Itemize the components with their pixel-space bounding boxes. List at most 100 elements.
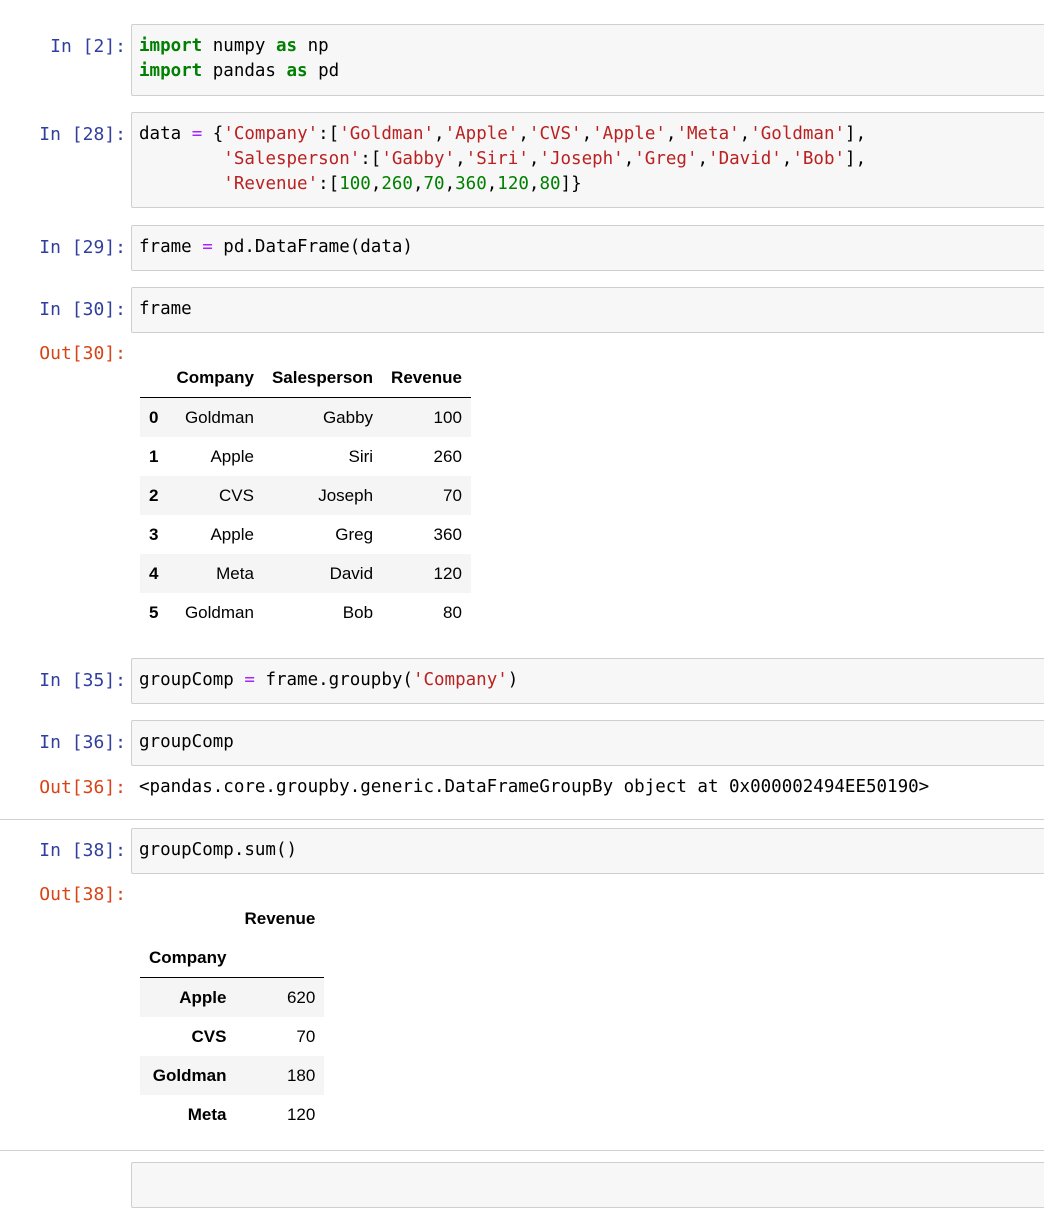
string: 'Revenue' xyxy=(223,174,319,194)
string: 'CVS' xyxy=(528,124,582,144)
table-row: 1 Apple Siri 260 xyxy=(140,437,471,476)
string: 'Goldman' xyxy=(750,124,846,144)
string: 'Company' xyxy=(223,124,319,144)
cell-36-output: <pandas.core.groupby.generic.DataFrameGr… xyxy=(139,777,930,797)
row-index: 3 xyxy=(149,524,159,544)
column-header: Revenue xyxy=(382,358,471,398)
table-row: 5 Goldman Bob 80 xyxy=(140,593,471,632)
cell-36-input[interactable] xyxy=(131,720,1044,766)
cell-38-code: groupComp.sum() xyxy=(139,838,297,863)
table-cell: 180 xyxy=(286,1065,316,1085)
table-header-row: Revenue xyxy=(140,899,324,938)
table-cell: Joseph xyxy=(318,485,374,505)
string: 'Siri' xyxy=(465,149,529,169)
row-index: 4 xyxy=(149,563,159,583)
string: 'Greg' xyxy=(634,149,698,169)
number: 360 xyxy=(455,174,487,194)
index-name: Company xyxy=(140,938,236,978)
code-text: pandas xyxy=(202,61,287,81)
code-text: frame xyxy=(139,237,203,257)
code-text: groupComp xyxy=(139,732,234,752)
cell-38-out-prompt: Out[38]: xyxy=(39,884,126,905)
cell-28-prompt: In [28]: xyxy=(39,124,126,145)
table-cell: 120 xyxy=(433,563,462,583)
table-row: Apple 620 xyxy=(140,977,325,1017)
string: 'Bob' xyxy=(792,149,846,169)
column-header: Revenue xyxy=(244,908,316,928)
table-row: Meta 120 xyxy=(140,1095,324,1134)
keyword: import xyxy=(139,61,203,81)
cell-28-code: data = {'Company':['Goldman','Apple','CV… xyxy=(139,124,867,194)
table-cell: Siri xyxy=(348,446,374,466)
string: 'Salesperson' xyxy=(223,149,361,169)
table-header-row: Company Salesperson Revenue xyxy=(140,358,471,398)
index-header xyxy=(140,899,235,938)
table-cell: 80 xyxy=(443,602,462,622)
row-index: Goldman xyxy=(152,1065,227,1085)
frame-dataframe: Company Salesperson Revenue 0 Goldman Ga… xyxy=(140,358,471,632)
code-text: np xyxy=(297,36,329,56)
number: 100 xyxy=(339,174,371,194)
index-name-row: Company xyxy=(140,938,325,978)
number: 70 xyxy=(423,174,445,194)
string: 'Gabby' xyxy=(381,149,456,169)
row-index: Meta xyxy=(187,1104,227,1124)
index-header xyxy=(140,358,168,398)
number: 80 xyxy=(539,174,561,194)
table-cell: 70 xyxy=(296,1026,316,1046)
cell-30-prompt: In [30]: xyxy=(39,299,126,320)
table-cell: 70 xyxy=(443,485,462,505)
keyword: as xyxy=(286,61,308,81)
table-row: Goldman 180 xyxy=(140,1056,325,1095)
table-row: 0 Goldman Gabby 100 xyxy=(140,397,471,437)
string: 'Apple' xyxy=(592,124,666,144)
table-cell: Gabby xyxy=(322,407,374,427)
table-row: 4 Meta David 120 xyxy=(140,554,471,593)
code-text: pd.DataFrame(data) xyxy=(212,237,413,257)
string: 'Goldman' xyxy=(339,124,435,144)
cell-35-prompt: In [35]: xyxy=(39,670,126,691)
cell-36-out-prompt: Out[36]: xyxy=(39,777,126,798)
table-cell: Meta xyxy=(216,563,254,583)
number: 120 xyxy=(497,174,529,194)
code-text: frame.groupby( xyxy=(254,670,413,690)
cell-30-code: frame xyxy=(139,297,192,322)
cell-38-prompt: In [38]: xyxy=(39,840,126,861)
groupby-sum-dataframe: Revenue Company Apple 620 CVS 70 Goldman… xyxy=(140,899,325,1134)
cell-30-input[interactable] xyxy=(131,287,1044,333)
code-text: ) xyxy=(507,670,519,690)
table-cell: 100 xyxy=(433,407,462,427)
cell-divider xyxy=(0,819,1044,820)
string: 'Company' xyxy=(412,670,508,690)
table-cell: Apple xyxy=(210,446,254,466)
operator: = xyxy=(202,237,213,257)
row-index: 2 xyxy=(149,485,159,505)
code-text: { xyxy=(202,124,224,144)
table-cell: 620 xyxy=(286,987,316,1007)
cell-30-out-prompt: Out[30]: xyxy=(39,343,126,364)
cell-divider xyxy=(0,1150,1044,1151)
string: 'David' xyxy=(708,149,782,169)
number: 260 xyxy=(381,174,413,194)
column-header xyxy=(235,938,325,978)
keyword: as xyxy=(275,36,298,56)
cell-36-prompt: In [36]: xyxy=(39,732,126,753)
column-header: Company xyxy=(167,358,263,398)
code-text: groupComp.sum() xyxy=(139,840,298,860)
row-index: 1 xyxy=(149,446,159,466)
string: 'Meta' xyxy=(676,124,740,144)
string: 'Apple' xyxy=(444,124,519,144)
operator: = xyxy=(244,670,255,690)
code-text: data xyxy=(139,124,192,144)
table-cell: 360 xyxy=(433,524,462,544)
next-cell-input[interactable] xyxy=(131,1162,1044,1208)
table-cell: David xyxy=(329,563,374,583)
operator: = xyxy=(191,124,203,144)
code-text: numpy xyxy=(202,36,276,56)
cell-29-code: frame = pd.DataFrame(data) xyxy=(139,235,413,260)
cell-36-code: groupComp xyxy=(139,730,234,755)
cell-2-prompt: In [2]: xyxy=(50,36,126,57)
row-index: 0 xyxy=(149,407,159,427)
column-header: Salesperson xyxy=(262,358,383,398)
cell-29-prompt: In [29]: xyxy=(39,237,126,258)
